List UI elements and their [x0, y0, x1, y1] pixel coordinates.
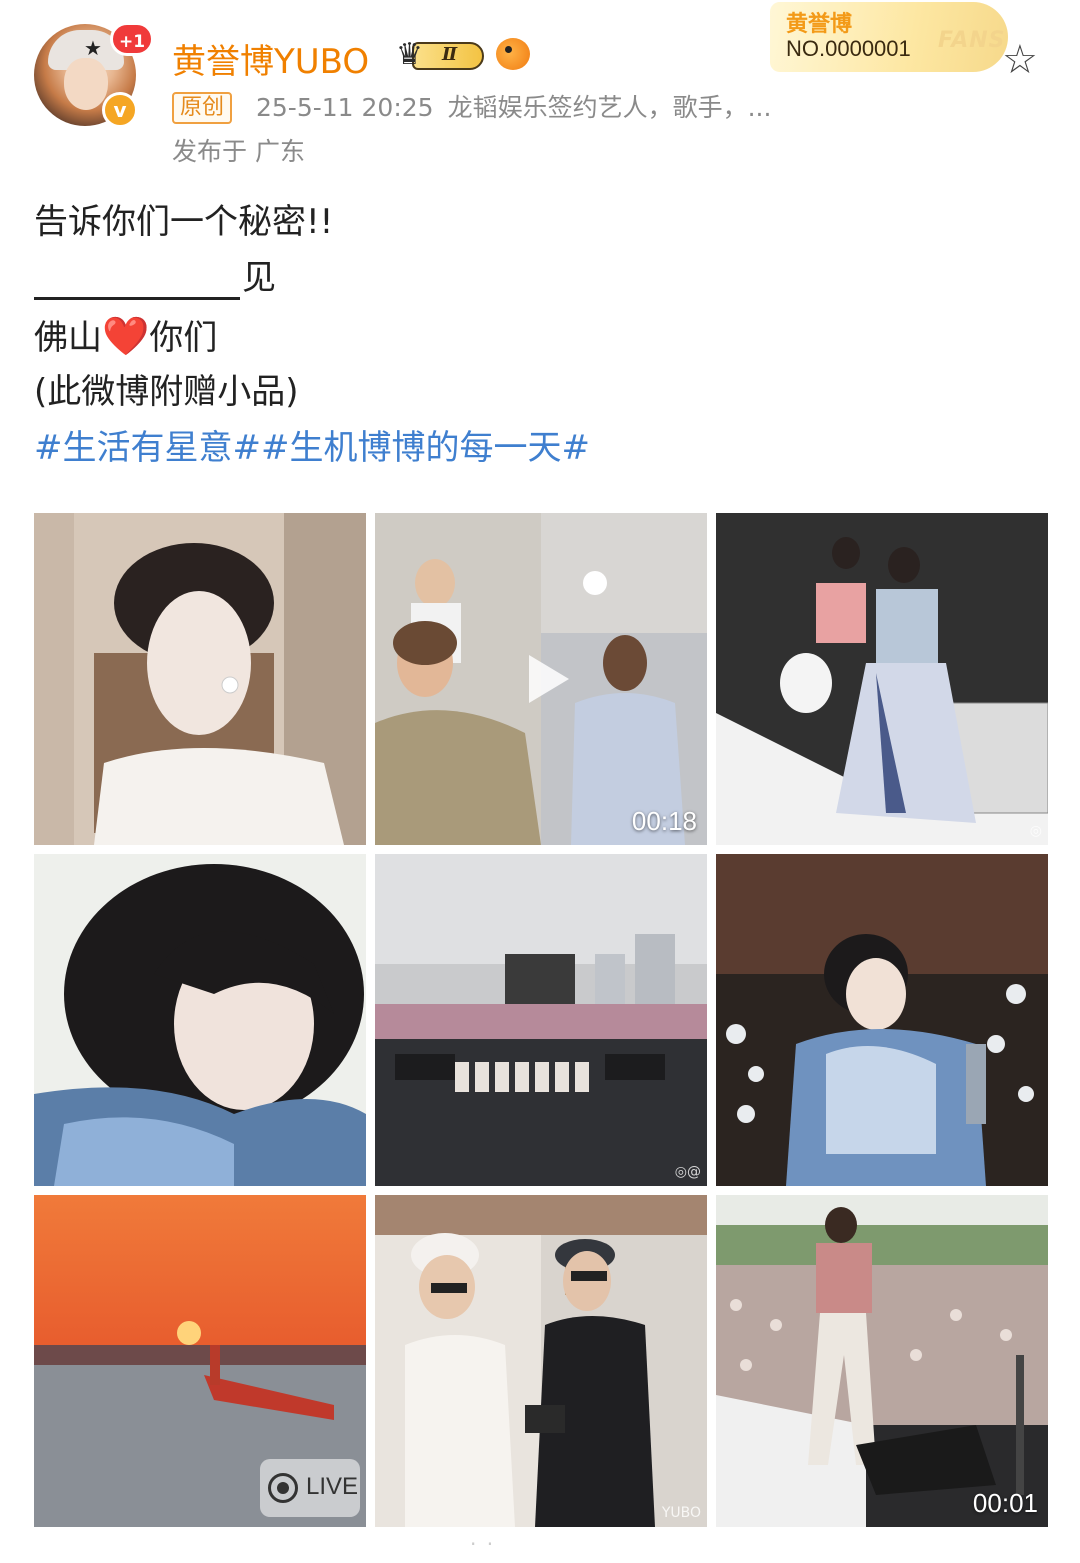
video-duration: 00:01: [972, 1488, 1038, 1518]
post-text-fragment: 见: [242, 258, 276, 298]
watermark-bottom: · ·: [470, 1532, 496, 1556]
post-text-line: 告诉你们一个秘密!!: [34, 202, 334, 242]
author-avatar[interactable]: ★ +1 v: [34, 22, 154, 128]
favorite-star-icon[interactable]: ☆: [1002, 40, 1038, 80]
fans-card[interactable]: 黄誉博 NO.0000001 FANS: [770, 2, 1008, 72]
post-text-line: (此微博附赠小品): [34, 372, 299, 412]
post-text-line: 佛山❤️你们: [34, 314, 217, 360]
post-text-fragment: 你们: [149, 318, 218, 358]
author-description: 龙韬娱乐签约艺人，歌手，...: [447, 93, 772, 122]
grid-image-6[interactable]: [716, 854, 1048, 1186]
notification-badge: +1: [110, 22, 154, 56]
grid-image-1[interactable]: [34, 513, 366, 845]
watermark: ◎: [1029, 823, 1042, 839]
grid-image-5[interactable]: ◎@: [375, 854, 707, 1186]
fans-card-name: 黄誉博: [786, 12, 853, 37]
post-timestamp: 25-5-11 20:25: [256, 93, 434, 122]
grid-video-2[interactable]: 00:01: [716, 1195, 1048, 1527]
live-icon: [268, 1473, 298, 1503]
fans-card-number: NO.0000001: [786, 36, 911, 61]
star-icon: ★: [84, 36, 102, 60]
live-photo-badge: LIVE: [260, 1459, 360, 1517]
hashtag-links[interactable]: #生活有星意##生机博博的每一天#: [34, 426, 590, 470]
post-location: 发布于 广东: [172, 137, 305, 166]
vip-level: Ⅱ: [442, 44, 458, 65]
grid-image-4[interactable]: [34, 854, 366, 1186]
post-meta: 25-5-11 20:25 龙韬娱乐签约艺人，歌手，...: [256, 92, 771, 124]
blank-underline: [34, 264, 240, 300]
post-text-line: 见: [34, 256, 276, 300]
fish-icon[interactable]: [496, 38, 530, 70]
crown-icon: ♛: [396, 37, 423, 72]
heart-icon: ❤️: [102, 314, 150, 358]
watermark: YUBO: [661, 1505, 701, 1521]
post-text-fragment: 佛山: [34, 318, 102, 358]
watermark: ◎@: [674, 1164, 701, 1180]
fans-card-label: FANS: [938, 28, 1006, 53]
play-icon: [529, 655, 569, 703]
image-grid: 00:18 ◎ ◎@ LIVE YUBO 00:01: [34, 513, 1048, 1527]
video-duration: 00:18: [631, 806, 697, 836]
original-tag: 原创: [172, 92, 233, 124]
live-label: LIVE: [306, 1473, 359, 1500]
grid-image-3[interactable]: ◎: [716, 513, 1048, 845]
vip-badge[interactable]: ♛ Ⅱ: [396, 38, 488, 74]
grid-video-1[interactable]: 00:18: [375, 513, 707, 845]
author-name[interactable]: 黄誉博YUBO: [172, 34, 369, 83]
grid-image-8[interactable]: YUBO: [375, 1195, 707, 1527]
grid-image-7[interactable]: LIVE: [34, 1195, 366, 1527]
verified-icon: v: [102, 92, 138, 128]
